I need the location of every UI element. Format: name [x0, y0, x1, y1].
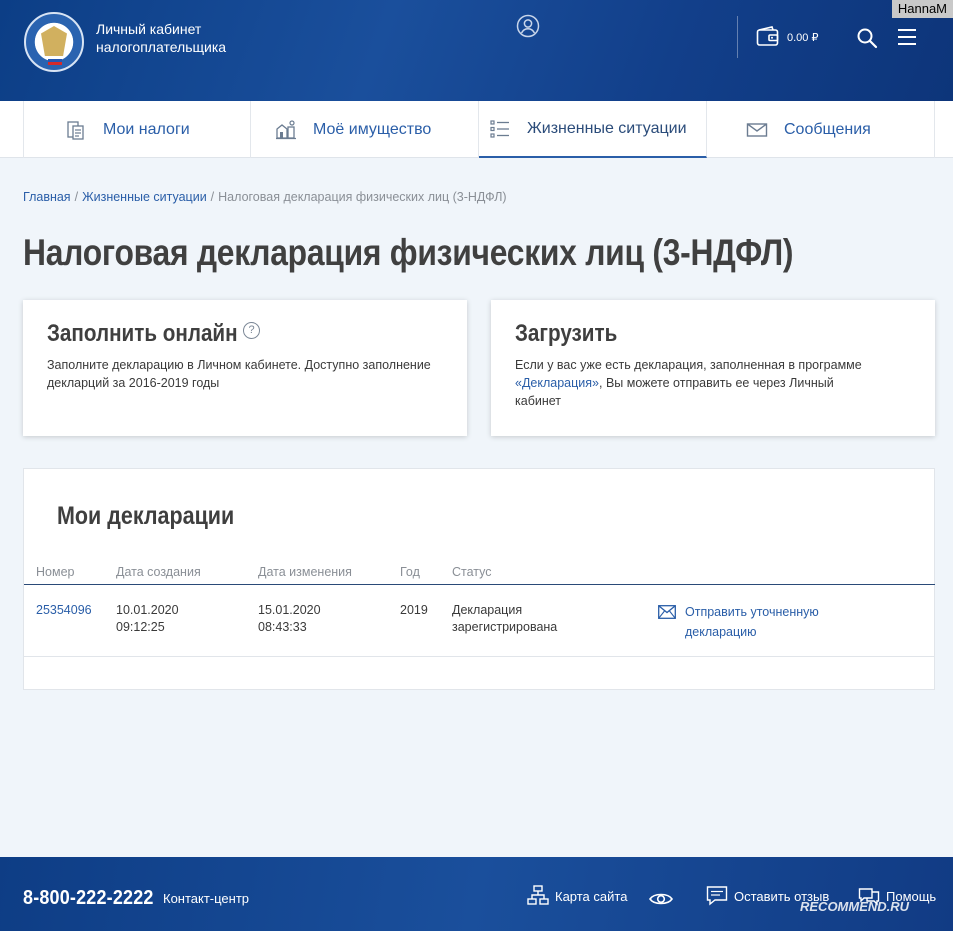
- breadcrumb-separator: /: [74, 190, 79, 204]
- tab-messages[interactable]: Сообщения: [707, 101, 935, 158]
- upload-description: Если у вас уже есть декларация, заполнен…: [515, 356, 875, 410]
- status-cell: Декларация зарегистрирована: [452, 602, 557, 636]
- contact-center-label: Контакт-центр: [163, 891, 250, 906]
- eagle-emblem-icon: [41, 26, 67, 56]
- taxes-icon: [67, 120, 84, 140]
- app-title-line1: Личный кабинет: [96, 21, 202, 37]
- fill-online-description: Заполните декларацию в Личном кабинете. …: [47, 358, 431, 390]
- help-question-icon[interactable]: ?: [243, 322, 260, 339]
- breadcrumb-current: Налоговая декларация физических лиц (3-Н…: [218, 190, 507, 204]
- hamburger-menu-icon[interactable]: [896, 27, 918, 47]
- tab-life-situations[interactable]: Жизненные ситуации: [479, 101, 707, 158]
- fill-online-card[interactable]: Заполнить онлайн ? Заполните декларацию …: [23, 300, 467, 436]
- created-date: 10.01.2020: [116, 603, 179, 617]
- breadcrumb-home-link[interactable]: Главная: [23, 190, 71, 204]
- sitemap-link[interactable]: Карта сайта: [527, 885, 627, 907]
- status-line1: Декларация: [452, 603, 523, 617]
- tab-my-taxes[interactable]: Мои налоги: [23, 101, 251, 158]
- wallet-icon[interactable]: [756, 26, 780, 48]
- sitemap-label: Карта сайта: [555, 888, 628, 904]
- list-icon: [490, 119, 509, 138]
- search-icon[interactable]: [856, 27, 878, 49]
- envelope-icon: [658, 605, 676, 619]
- action-line1: Отправить уточненную: [685, 605, 819, 619]
- breadcrumb: Главная / Жизненные ситуации / Налоговая дек…: [23, 190, 507, 204]
- modified-time: 08:43:33: [258, 620, 307, 634]
- breadcrumb-separator: /: [210, 190, 215, 204]
- tab-label: Сообщения: [784, 120, 871, 138]
- action-line2: декларацию: [685, 625, 757, 639]
- header: Личный кабинет налогоплательщика 0.00 ₽ …: [0, 0, 953, 101]
- fill-online-title[interactable]: Заполнить онлайн: [47, 320, 238, 348]
- tab-label: Моё имущество: [313, 120, 432, 138]
- page-title: Налоговая декларация физических лиц (3-Н…: [23, 232, 794, 273]
- property-icon: [276, 119, 296, 139]
- flag-icon: [48, 56, 62, 65]
- recommend-watermark: RECOMMEND.RU: [800, 899, 910, 914]
- table-row: 25354096 10.01.2020 09:12:25 15.01.2020 …: [24, 586, 935, 657]
- my-declarations-panel: Мои декларации Номер Дата создания Дата …: [23, 468, 935, 690]
- declarations-title: Мои декларации: [57, 502, 235, 530]
- balance-amount[interactable]: 0.00 ₽: [787, 31, 818, 44]
- footer: 8-800-222-2222 Контакт-центр Карта сайта…: [0, 857, 953, 931]
- eye-icon[interactable]: [649, 891, 673, 907]
- upload-title[interactable]: Загрузить: [515, 320, 617, 348]
- phone-number[interactable]: 8-800-222-2222: [23, 887, 154, 910]
- envelope-icon: [746, 122, 768, 137]
- column-header-status: Статус: [452, 565, 492, 579]
- tab-label: Жизненные ситуации: [527, 119, 687, 137]
- declaration-number-link[interactable]: 25354096: [36, 602, 92, 619]
- header-divider: [737, 16, 738, 58]
- upload-text-before: Если у вас уже есть декларация, заполнен…: [515, 358, 862, 372]
- app-title[interactable]: Личный кабинет налогоплательщика: [96, 20, 226, 56]
- modified-date: 15.01.2020: [258, 603, 321, 617]
- created-time: 09:12:25: [116, 620, 165, 634]
- feedback-icon: [706, 886, 728, 906]
- fns-logo[interactable]: [24, 12, 84, 72]
- modified-cell: 15.01.2020 08:43:33: [258, 602, 321, 636]
- year-cell: 2019: [400, 603, 428, 617]
- main-nav-tabs: Мои налоги Моё имущество Жизненные ситуа…: [0, 101, 953, 158]
- sitemap-icon: [527, 885, 549, 905]
- column-header-number: Номер: [36, 565, 75, 579]
- created-cell: 10.01.2020 09:12:25: [116, 602, 179, 636]
- column-header-created: Дата создания: [116, 565, 201, 579]
- tab-my-property[interactable]: Моё имущество: [251, 101, 479, 158]
- column-header-year: Год: [400, 565, 420, 579]
- user-profile-icon[interactable]: [516, 14, 540, 38]
- declarations-table-header: Номер Дата создания Дата изменения Год С…: [24, 565, 935, 585]
- send-corrected-declaration-link[interactable]: Отправить уточненную декларацию: [658, 602, 835, 642]
- upload-card[interactable]: Загрузить Если у вас уже есть декларация…: [491, 300, 935, 436]
- column-header-modified: Дата изменения: [258, 565, 352, 579]
- tab-label: Мои налоги: [103, 120, 190, 138]
- app-title-line2: налогоплательщика: [96, 39, 227, 55]
- declaration-program-link[interactable]: «Декларация»: [515, 376, 599, 390]
- status-line2: зарегистрирована: [452, 620, 558, 634]
- username-watermark: HannaM: [891, 0, 953, 18]
- breadcrumb-section-link[interactable]: Жизненные ситуации: [82, 190, 207, 204]
